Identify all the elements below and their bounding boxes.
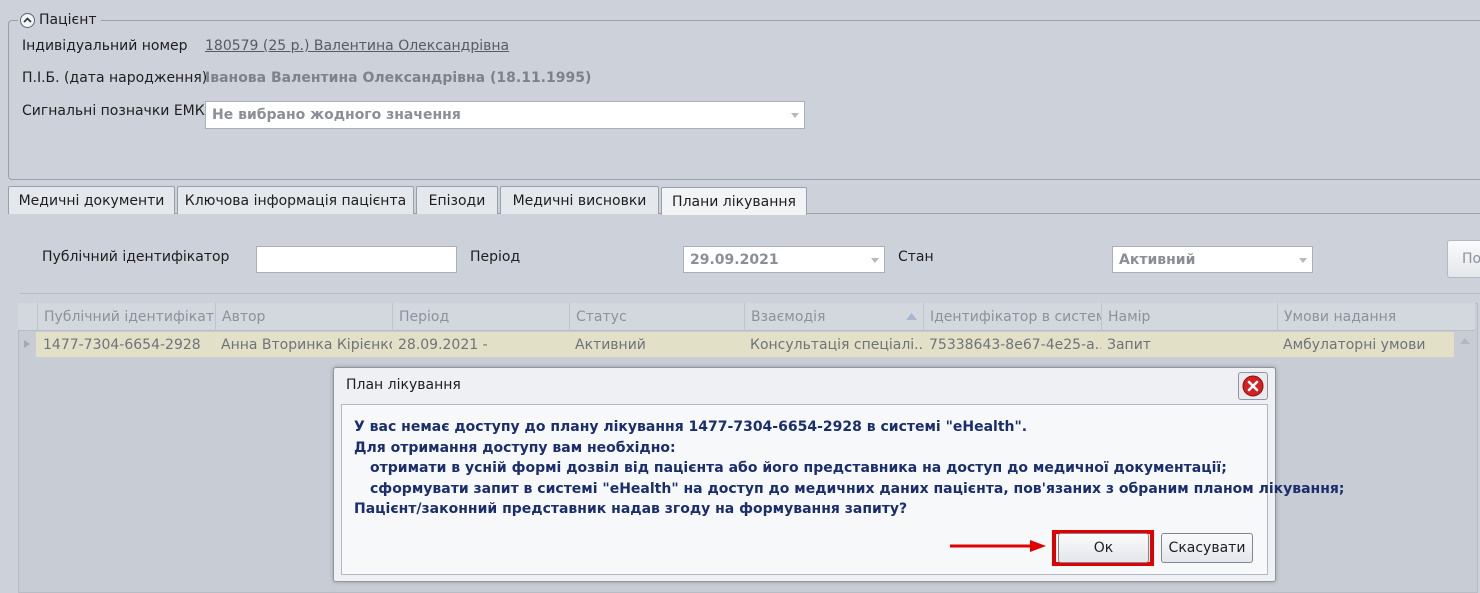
emk-flags-select[interactable]: Не вибрано жодного значення xyxy=(205,101,805,129)
chevron-down-icon xyxy=(791,113,799,118)
collapse-icon[interactable] xyxy=(20,12,35,28)
column-status[interactable]: Статус xyxy=(569,303,744,331)
full-name-value: Іванова Валентина Олександрівна (18.11.1… xyxy=(205,70,592,86)
state-value: Активний xyxy=(1119,251,1196,268)
column-public-id[interactable]: Публічний ідентифікатор xyxy=(37,303,214,331)
state-select[interactable]: Активний xyxy=(1112,246,1313,273)
cell-conditions: Амбулаторні умови xyxy=(1283,336,1426,353)
chevron-down-icon xyxy=(871,257,879,263)
column-period[interactable]: Період xyxy=(392,303,569,331)
cell-author: Анна Вторинка Кірієнко xyxy=(221,336,392,353)
row-indicator-icon xyxy=(24,340,30,348)
public-id-input[interactable] xyxy=(256,246,457,273)
cell-period: 28.09.2021 - xyxy=(398,336,488,353)
patient-group-title: Пацієнт xyxy=(39,12,97,28)
column-system-id[interactable]: Ідентифікатор в системі xyxy=(923,303,1101,331)
cell-status: Активний xyxy=(575,336,646,353)
dialog-title: План лікування xyxy=(346,377,461,393)
full-name-label: П.І.Б. (дата народження) xyxy=(22,70,208,86)
tab-key-information[interactable]: Ключова інформація пацієнта xyxy=(177,186,414,214)
period-date-picker[interactable]: 29.09.2021 xyxy=(683,246,885,273)
dialog-message-line-1: У вас немає доступу до плану лікування 1… xyxy=(354,419,1028,435)
ok-button[interactable]: Ок xyxy=(1058,533,1149,563)
tab-treatment-plans[interactable]: Плани лікування xyxy=(661,187,807,215)
sort-ascending-icon xyxy=(906,313,917,320)
column-interaction[interactable]: Взаємодія xyxy=(744,303,923,331)
cell-system-id: 75338643-8e67-4e25-a... xyxy=(929,336,1101,353)
period-value: 29.09.2021 xyxy=(690,251,779,268)
cell-intent: Запит xyxy=(1107,336,1151,353)
scroll-up-icon[interactable] xyxy=(1460,338,1470,344)
annotation-arrow-icon xyxy=(950,540,1046,552)
emk-flags-placeholder: Не вибрано жодного значення xyxy=(212,107,461,123)
state-label: Стан xyxy=(898,249,934,265)
emk-flags-label: Сигнальні позначки ЕМК xyxy=(22,103,205,119)
individual-number-link[interactable]: 180579 (25 р.) Валентина Олександрівна xyxy=(205,38,509,54)
close-button[interactable] xyxy=(1238,372,1268,400)
cell-public-id: 1477-7304-6654-2928 xyxy=(43,336,201,353)
dialog-message-line-5: Пацієнт/законний представник надав згоду… xyxy=(354,501,908,517)
column-intent[interactable]: Намір xyxy=(1101,303,1277,331)
patient-group-header[interactable]: Пацієнт xyxy=(18,11,101,29)
individual-number-label: Індивідуальний номер xyxy=(22,38,188,54)
tab-medical-conclusions[interactable]: Медичні висновки xyxy=(500,186,659,214)
tab-medical-documents[interactable]: Медичні документи xyxy=(8,186,175,214)
tab-episodes[interactable]: Епізоди xyxy=(416,186,498,214)
column-conditions[interactable]: Умови надання xyxy=(1277,303,1454,331)
column-author[interactable]: Автор xyxy=(215,303,392,331)
search-button[interactable]: По xyxy=(1447,240,1480,278)
cell-interaction: Консультація спеціалі... xyxy=(750,336,923,353)
dialog-message-line-3: отримати в усній формі дозвіл від пацієн… xyxy=(370,460,1227,476)
chevron-down-icon xyxy=(1299,257,1307,263)
period-label: Період xyxy=(470,249,521,265)
public-id-label: Публічний ідентифікатор xyxy=(42,249,230,265)
close-icon xyxy=(1242,375,1264,397)
dialog-message-line-2: Для отримання доступу вам необхідно: xyxy=(354,440,676,456)
dialog-message-line-4: сформувати запит в системі "eHealth" на … xyxy=(370,481,1345,497)
cancel-button[interactable]: Скасувати xyxy=(1161,533,1253,563)
column-interaction-label: Взаємодія xyxy=(751,309,826,325)
